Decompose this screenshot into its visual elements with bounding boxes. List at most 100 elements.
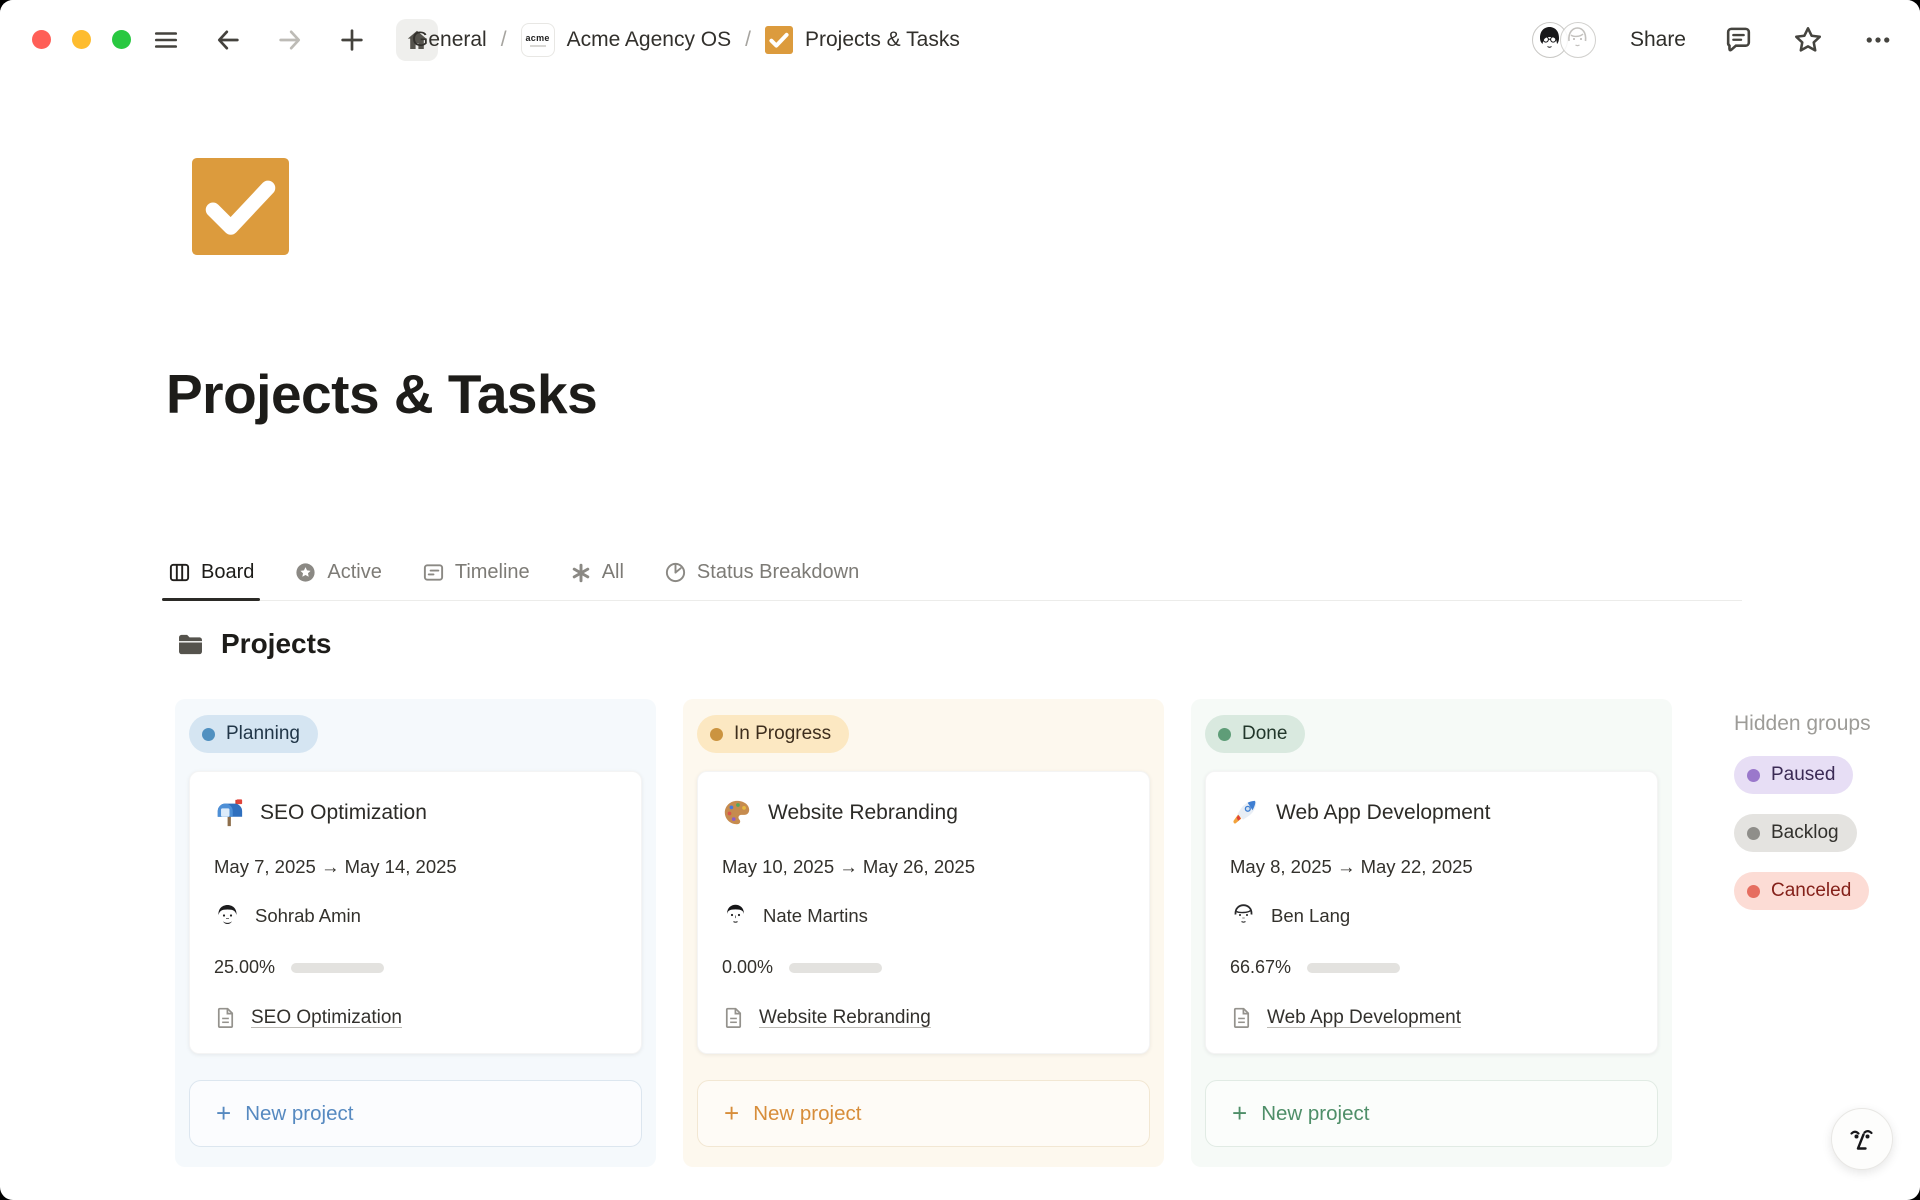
card-date-range: May 8, 2025 → May 22, 2025 xyxy=(1230,856,1633,878)
card-page-link-row: SEO Optimization xyxy=(214,1006,617,1029)
progress-percent: 0.00% xyxy=(722,957,773,978)
breadcrumb-current-page[interactable]: Projects & Tasks xyxy=(765,26,960,54)
timeline-icon xyxy=(422,561,445,584)
hidden-groups-label: Hidden groups xyxy=(1734,712,1871,736)
hidden-group-backlog[interactable]: Backlog xyxy=(1734,814,1857,852)
project-card-web-app-development[interactable]: Web App Development May 8, 2025 → May 22… xyxy=(1205,771,1658,1054)
document-icon xyxy=(214,1006,237,1029)
status-dot xyxy=(1218,728,1231,741)
close-window-button[interactable] xyxy=(32,30,51,49)
traffic-lights xyxy=(32,30,131,49)
palette-emoji xyxy=(722,798,752,828)
card-page-link-row: Website Rebranding xyxy=(722,1006,1125,1029)
breadcrumb: General / acme Acme Agency OS / Projects… xyxy=(412,0,960,80)
projects-section-header: Projects xyxy=(176,628,332,660)
tab-active[interactable]: Active xyxy=(294,545,381,600)
pie-clock-icon xyxy=(664,561,687,584)
breadcrumb-general[interactable]: General xyxy=(412,28,487,52)
more-options-icon[interactable] xyxy=(1860,22,1896,58)
comments-icon[interactable] xyxy=(1720,22,1756,58)
column-in-progress: In Progress Website Rebranding May 10, 2… xyxy=(683,699,1164,1167)
share-button[interactable]: Share xyxy=(1630,28,1686,52)
mailbox-emoji xyxy=(214,798,244,828)
status-dot xyxy=(710,728,723,741)
card-progress: 25.00% xyxy=(214,957,617,978)
column-planning: Planning SEO Optimization May 7, 2025 → … xyxy=(175,699,656,1167)
card-assignee: Ben Lang xyxy=(1230,902,1633,929)
progress-percent: 25.00% xyxy=(214,957,275,978)
card-page-link-row: Web App Development xyxy=(1230,1006,1633,1029)
plus-icon: + xyxy=(216,1100,231,1126)
progress-percent: 66.67% xyxy=(1230,957,1291,978)
new-project-button-done[interactable]: + New project xyxy=(1205,1080,1658,1147)
assignee-avatar xyxy=(1230,902,1257,929)
status-dot xyxy=(1747,769,1760,782)
card-assignee: Sohrab Amin xyxy=(214,902,617,929)
breadcrumb-separator: / xyxy=(745,28,751,52)
card-date-range: May 10, 2025 → May 26, 2025 xyxy=(722,856,1125,878)
document-icon xyxy=(722,1006,745,1029)
status-badge-done[interactable]: Done xyxy=(1205,715,1305,753)
kanban-board: Planning SEO Optimization May 7, 2025 → … xyxy=(175,699,1672,1167)
hidden-group-paused[interactable]: Paused xyxy=(1734,756,1853,794)
card-title: Website Rebranding xyxy=(768,801,958,825)
new-tab-button[interactable] xyxy=(334,22,370,58)
breadcrumb-workspace[interactable]: acme Acme Agency OS xyxy=(521,23,732,57)
sidebar-toggle-icon[interactable] xyxy=(148,22,184,58)
card-page-link[interactable]: Website Rebranding xyxy=(759,1007,931,1029)
assignee-name: Ben Lang xyxy=(1271,905,1350,927)
section-title: Projects xyxy=(221,628,332,660)
view-tabs: Board Active Timeline All Status Breakdo… xyxy=(168,545,1742,601)
tab-status-breakdown[interactable]: Status Breakdown xyxy=(664,545,859,600)
zoom-window-button[interactable] xyxy=(112,30,131,49)
assignee-name: Nate Martins xyxy=(763,905,868,927)
page-icon-checkbox[interactable] xyxy=(192,158,289,255)
plus-icon: + xyxy=(1232,1100,1247,1126)
folder-icon xyxy=(176,630,205,659)
card-page-link[interactable]: SEO Optimization xyxy=(251,1007,402,1029)
progress-bar xyxy=(789,963,882,973)
board-icon xyxy=(168,561,191,584)
tab-board[interactable]: Board xyxy=(168,545,254,600)
plus-icon: + xyxy=(724,1100,739,1126)
new-project-button-planning[interactable]: + New project xyxy=(189,1080,642,1147)
card-date-range: May 7, 2025 → May 14, 2025 xyxy=(214,856,617,878)
status-badge-in-progress[interactable]: In Progress xyxy=(697,715,849,753)
progress-bar xyxy=(291,963,384,973)
acme-logo: acme xyxy=(521,23,555,57)
assignee-name: Sohrab Amin xyxy=(255,905,361,927)
card-page-link[interactable]: Web App Development xyxy=(1267,1007,1461,1029)
hidden-group-canceled[interactable]: Canceled xyxy=(1734,872,1869,910)
forward-button[interactable] xyxy=(272,22,308,58)
progress-bar xyxy=(1307,963,1400,973)
asterisk-icon xyxy=(570,562,592,584)
project-card-website-rebranding[interactable]: Website Rebranding May 10, 2025 → May 26… xyxy=(697,771,1150,1054)
star-circle-icon xyxy=(294,561,317,584)
checkbox-icon xyxy=(765,26,793,54)
collaborator-avatars[interactable] xyxy=(1532,22,1596,58)
tab-timeline[interactable]: Timeline xyxy=(422,545,530,600)
card-assignee: Nate Martins xyxy=(722,902,1125,929)
app-window: General / acme Acme Agency OS / Projects… xyxy=(0,0,1920,1200)
tab-all[interactable]: All xyxy=(570,545,624,600)
status-dot xyxy=(1747,827,1760,840)
project-card-seo-optimization[interactable]: SEO Optimization May 7, 2025 → May 14, 2… xyxy=(189,771,642,1054)
status-dot xyxy=(1747,885,1760,898)
card-progress: 66.67% xyxy=(1230,957,1633,978)
minimize-window-button[interactable] xyxy=(72,30,91,49)
back-button[interactable] xyxy=(210,22,246,58)
assignee-avatar xyxy=(214,902,241,929)
card-title: Web App Development xyxy=(1276,801,1490,825)
new-project-button-in-progress[interactable]: + New project xyxy=(697,1080,1150,1147)
page-title: Projects & Tasks xyxy=(166,362,597,426)
card-title: SEO Optimization xyxy=(260,801,427,825)
breadcrumb-separator: / xyxy=(501,28,507,52)
favorite-star-icon[interactable] xyxy=(1790,22,1826,58)
hidden-groups-panel: Hidden groups Paused Backlog Canceled xyxy=(1734,712,1871,910)
notion-ai-face-button[interactable] xyxy=(1831,1108,1893,1170)
rocket-emoji xyxy=(1230,798,1260,828)
card-progress: 0.00% xyxy=(722,957,1125,978)
status-badge-planning[interactable]: Planning xyxy=(189,715,318,753)
ai-face-icon xyxy=(1844,1121,1880,1157)
column-done: Done Web App Development May 8, 2025 → M… xyxy=(1191,699,1672,1167)
